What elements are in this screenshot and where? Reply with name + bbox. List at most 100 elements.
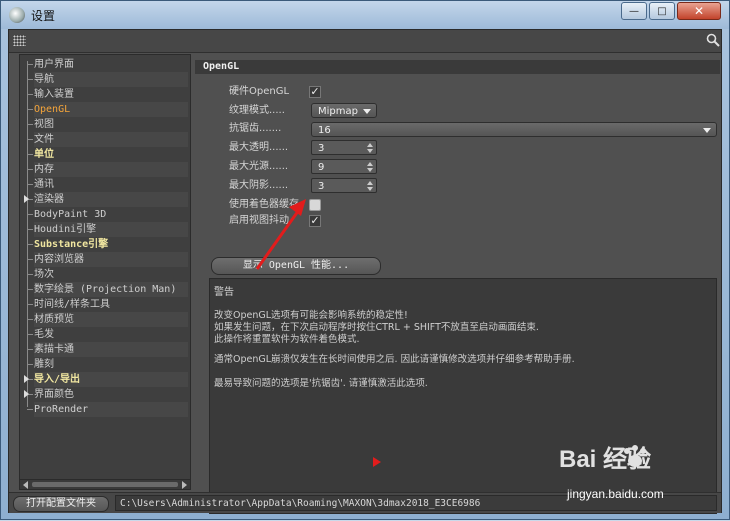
tree-item[interactable]: 单位 (34, 147, 188, 162)
window-title: 设置 (31, 9, 56, 23)
stepper-arrows-icon[interactable] (367, 143, 373, 153)
tree-connector (27, 304, 33, 305)
expand-arrow-icon[interactable] (24, 195, 29, 203)
texture-mode-label: 纹理模式..... (229, 105, 285, 116)
tree-item[interactable]: 视图 (34, 117, 188, 132)
tree-item[interactable]: 雕刻 (34, 357, 188, 372)
view-dither-checkbox[interactable]: ✓ (309, 215, 321, 227)
grip-icon[interactable] (13, 35, 26, 46)
tree-item[interactable]: BodyPaint 3D (34, 207, 188, 222)
tree-connector (27, 94, 33, 95)
tree-connector (27, 274, 33, 275)
tree-item[interactable]: OpenGL (34, 102, 188, 117)
warning-line: 最易导致问题的选项是'抗锯齿'. 请谨慎激活此选项. (214, 378, 428, 389)
max-lights-label: 最大光源...... (229, 161, 289, 172)
chevron-down-icon (703, 128, 711, 133)
watermark-url: jingyan.baidu.com (567, 487, 664, 501)
expand-arrow-icon[interactable] (24, 375, 29, 383)
warning-line: 此操作将重置软件为软件着色模式. (214, 334, 360, 345)
tree-item[interactable]: 导航 (34, 72, 188, 87)
tree-item[interactable]: 通讯 (34, 177, 188, 192)
chevron-down-icon (363, 109, 371, 114)
scroll-right-icon[interactable] (182, 481, 187, 489)
tree-item[interactable]: 素描卡通 (34, 342, 188, 357)
texture-mode-value: Mipmap (318, 106, 358, 117)
max-transparency-stepper[interactable]: 3 (311, 140, 377, 155)
tree-item[interactable]: 数字绘景 (Projection Man) (34, 282, 188, 297)
tree-guide-line (27, 61, 28, 407)
tree-item[interactable]: 内容浏览器 (34, 252, 188, 267)
max-shadows-stepper[interactable]: 3 (311, 178, 377, 193)
toolbar (9, 30, 721, 53)
section-title: OpenGL (195, 60, 720, 74)
tree-connector (27, 184, 33, 185)
tree-connector (27, 319, 33, 320)
warning-line: 通常OpenGL崩溃仅发生在长时间使用之后. 因此请谨慎修改选项并仔细参考帮助手… (214, 354, 575, 365)
tree-connector (27, 79, 33, 80)
antialiasing-value: 16 (318, 125, 331, 136)
tree-item[interactable]: 渲染器 (34, 192, 188, 207)
search-icon[interactable] (706, 33, 720, 47)
shader-cache-checkbox[interactable] (309, 199, 321, 211)
window-frame: 设置 — □ ✕ 用户界面 导航 输入装置 OpenGL 视图 文件 单位 内存 通讯 渲染器 Bo… (0, 0, 730, 520)
tree-connector (27, 364, 33, 365)
scroll-thumb[interactable] (32, 482, 178, 487)
stepper-arrows-icon[interactable] (367, 181, 373, 191)
app-logo-icon (9, 7, 25, 23)
max-lights-stepper[interactable]: 9 (311, 159, 377, 174)
title-bar[interactable]: 设置 — □ ✕ (1, 1, 729, 29)
tree-connector (27, 259, 33, 260)
antialiasing-label: 抗锯齿....... (229, 123, 282, 134)
hardware-opengl-label: 硬件OpenGL (229, 86, 290, 97)
texture-mode-select[interactable]: Mipmap (311, 103, 377, 118)
max-lights-value: 9 (318, 162, 325, 173)
tree-item[interactable]: ProRender (34, 402, 188, 417)
tree-horizontal-scrollbar[interactable] (19, 479, 191, 490)
max-shadows-value: 3 (318, 181, 325, 192)
settings-tree[interactable]: 用户界面 导航 输入装置 OpenGL 视图 文件 单位 内存 通讯 渲染器 BodyPaint 3… (19, 54, 191, 490)
tree-connector (27, 109, 33, 110)
tree-connector (27, 409, 33, 410)
expand-arrow-icon[interactable] (24, 390, 29, 398)
tree-item[interactable]: 文件 (34, 132, 188, 147)
antialiasing-select[interactable]: 16 (311, 122, 717, 137)
tree-item[interactable]: 输入装置 (34, 87, 188, 102)
tree-connector (27, 139, 33, 140)
maximize-button[interactable]: □ (649, 2, 675, 20)
max-transparency-value: 3 (318, 143, 325, 154)
open-config-folder-button[interactable]: 打开配置文件夹 (13, 496, 109, 512)
warning-title: 警告 (214, 287, 234, 298)
tree-item[interactable]: 界面颜色 (34, 387, 188, 402)
tree-connector (27, 229, 33, 230)
stepper-arrows-icon[interactable] (367, 162, 373, 172)
view-dither-label: 启用视图抖动 (229, 215, 289, 226)
tree-connector (27, 124, 33, 125)
max-shadows-label: 最大阴影...... (229, 180, 289, 191)
scroll-left-icon[interactable] (23, 481, 28, 489)
tree-item[interactable]: Substance引擎 (34, 237, 188, 252)
tree-item[interactable]: 场次 (34, 267, 188, 282)
tree-connector (27, 244, 33, 245)
shader-cache-label: 使用着色器缓存 (229, 199, 299, 210)
tree-connector (27, 154, 33, 155)
tree-connector (27, 334, 33, 335)
tree-item[interactable]: 用户界面 (34, 57, 188, 72)
minimize-button[interactable]: — (621, 2, 647, 20)
tree-connector (27, 64, 33, 65)
tree-connector (27, 289, 33, 290)
tree-item[interactable]: Houdini引擎 (34, 222, 188, 237)
hardware-opengl-checkbox[interactable]: ✓ (309, 86, 321, 98)
tree-item[interactable]: 毛发 (34, 327, 188, 342)
show-opengl-performance-button[interactable]: 显示 OpenGL 性能... (211, 257, 381, 275)
tree-connector (27, 214, 33, 215)
tree-item[interactable]: 内存 (34, 162, 188, 177)
annotation-marker-icon (373, 457, 381, 467)
tree-item[interactable]: 时间线/样条工具 (34, 297, 188, 312)
max-transparency-label: 最大透明...... (229, 142, 289, 153)
tree-item[interactable]: 材质预览 (34, 312, 188, 327)
tree-item[interactable]: 导入/导出 (34, 372, 188, 387)
close-button[interactable]: ✕ (677, 2, 721, 20)
tree-connector (27, 169, 33, 170)
tree-connector (27, 349, 33, 350)
opengl-settings-panel: OpenGL 硬件OpenGL ✓ 纹理模式..... Mipmap 抗锯齿..… (195, 54, 720, 514)
